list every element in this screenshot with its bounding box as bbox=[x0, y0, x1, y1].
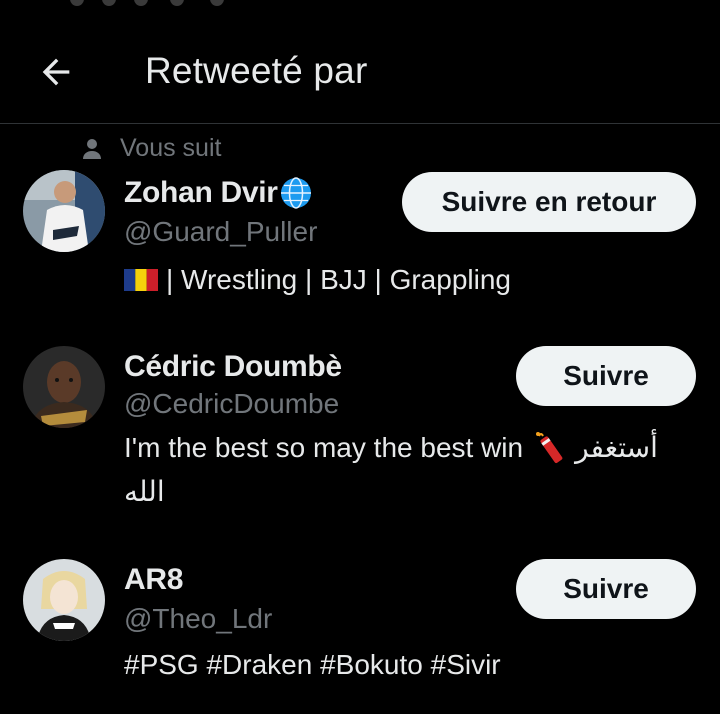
top-app-bar: Retweeté par bbox=[0, 30, 720, 120]
user-bio-text: | Wrestling | BJJ | Grappling bbox=[166, 264, 511, 295]
user-handle: @CedricDoumbe bbox=[124, 388, 340, 419]
user-bio-arabic: أستغفر bbox=[575, 432, 658, 463]
follow-button[interactable]: Suivre bbox=[516, 559, 696, 619]
arrow-left-icon bbox=[42, 58, 70, 86]
avatar[interactable] bbox=[23, 559, 105, 641]
user-bio: I'm the best so may the best win أستغفر bbox=[124, 426, 704, 470]
user-list-item[interactable]: Vous suit Zohan Dvir @Guard_Puller | Wre… bbox=[0, 124, 720, 314]
user-name[interactable]: AR8 bbox=[124, 563, 183, 597]
user-bio: #PSG #Draken #Bokuto #Sivir bbox=[124, 649, 501, 680]
user-bio-arabic-line2: الله bbox=[124, 476, 165, 507]
user-bio-text: I'm the best so may the best win bbox=[124, 432, 524, 463]
romania-flag-icon bbox=[124, 269, 158, 291]
user-name[interactable]: Zohan Dvir bbox=[124, 176, 278, 210]
page-title: Retweeté par bbox=[145, 50, 368, 91]
globe-icon bbox=[280, 177, 311, 209]
person-icon bbox=[83, 138, 101, 159]
avatar[interactable] bbox=[23, 170, 105, 252]
user-handle: @Theo_Ldr bbox=[124, 603, 273, 634]
firecracker-icon bbox=[536, 432, 563, 463]
follow-back-button[interactable]: Suivre en retour bbox=[402, 172, 696, 232]
social-context: Vous suit bbox=[82, 134, 221, 163]
follow-button[interactable]: Suivre bbox=[516, 346, 696, 406]
back-button[interactable] bbox=[30, 46, 82, 98]
user-name[interactable]: Cédric Doumbè bbox=[124, 350, 342, 384]
user-list-item[interactable]: Cédric Doumbè @CedricDoumbe I'm the best… bbox=[0, 330, 720, 530]
avatar[interactable] bbox=[23, 346, 105, 428]
social-context-text: Vous suit bbox=[120, 134, 222, 162]
user-handle: @Guard_Puller bbox=[124, 216, 318, 247]
user-bio: | Wrestling | BJJ | Grappling bbox=[124, 258, 511, 302]
user-list-item[interactable]: AR8 @Theo_Ldr #PSG #Draken #Bokuto #Sivi… bbox=[0, 545, 720, 714]
status-bar bbox=[0, 0, 720, 10]
